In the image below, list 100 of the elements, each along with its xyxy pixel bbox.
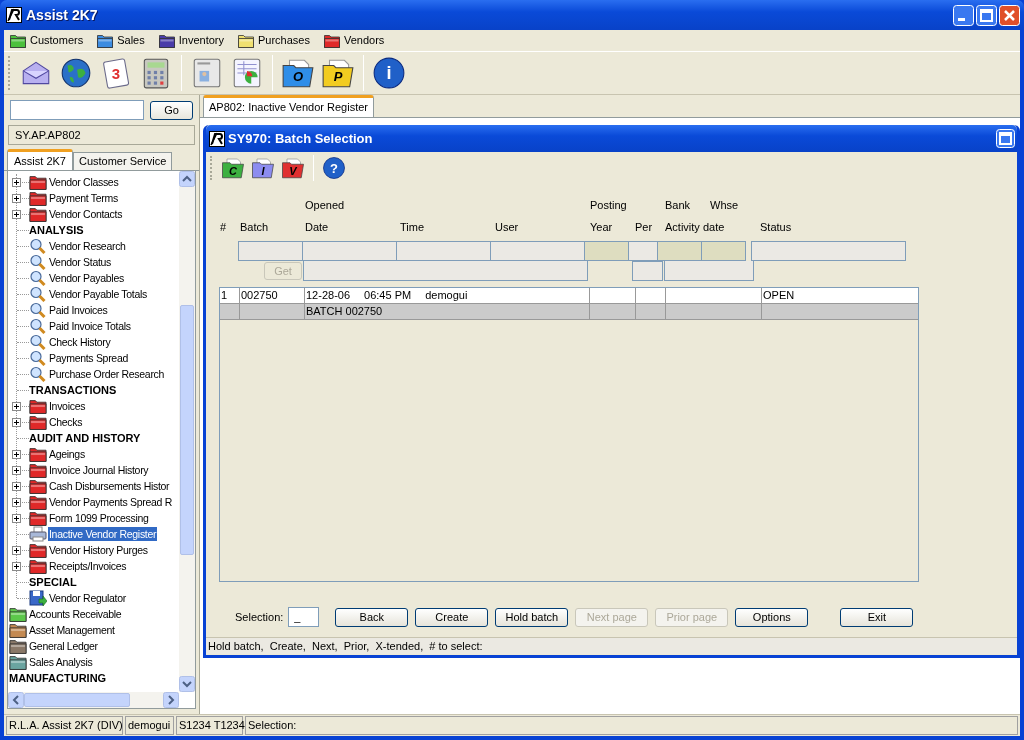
tree-item[interactable]: Vendor Classes	[48, 175, 120, 189]
input-field[interactable]	[490, 241, 585, 261]
button[interactable]: Exit	[840, 607, 914, 627]
button[interactable]: Back	[335, 607, 409, 627]
tree-section-label: TRANSACTIONS	[29, 382, 117, 398]
table-cell-text: demogui	[425, 288, 468, 304]
expand-icon[interactable]	[12, 466, 21, 475]
expand-icon[interactable]	[12, 498, 21, 507]
input-field[interactable]	[701, 241, 746, 261]
input-field[interactable]	[628, 241, 658, 261]
magnifier-icon	[29, 238, 47, 254]
input-field[interactable]	[751, 241, 906, 261]
tree-item[interactable]: Vendor Payable Totals	[48, 287, 148, 301]
input-field[interactable]	[664, 261, 754, 281]
tree-item[interactable]: Vendor Research	[48, 239, 127, 253]
tree-item[interactable]: Vendor Status	[48, 255, 113, 269]
menu-item[interactable]: Inventory	[158, 33, 224, 48]
tree-item[interactable]: Vendor Regulator	[48, 591, 127, 605]
expand-icon[interactable]	[12, 562, 21, 571]
tree-item[interactable]: Vendor Payments Spread R	[48, 495, 173, 509]
button[interactable]: Hold batch	[495, 607, 569, 627]
column-header: Status	[759, 219, 792, 235]
expand-icon[interactable]	[12, 450, 21, 459]
expand-icon[interactable]	[12, 418, 21, 427]
button: Next page	[575, 607, 649, 627]
tree-item[interactable]: Asset Management	[28, 623, 116, 637]
tree-item[interactable]: Vendor Contacts	[48, 207, 124, 221]
menu-item[interactable]: Sales	[97, 33, 145, 48]
folder-icon	[29, 414, 47, 430]
selection-field[interactable]: _	[288, 607, 320, 627]
help-icon[interactable]: ?	[322, 156, 346, 180]
horizontal-scrollbar[interactable]	[8, 692, 179, 708]
tree-item[interactable]: Cash Disbursements Histor	[48, 479, 171, 493]
input-field[interactable]	[302, 241, 397, 261]
expand-icon[interactable]	[12, 402, 21, 411]
scroll-up-icon[interactable]	[179, 171, 195, 187]
table-cell-text: 06:45 PM	[364, 288, 412, 304]
tree-item[interactable]: Checks	[48, 415, 84, 429]
tree-item[interactable]: General Ledger	[28, 639, 99, 653]
expand-icon[interactable]	[12, 210, 21, 219]
magnifier-icon	[29, 286, 47, 302]
tree-item[interactable]: Payment Terms	[48, 191, 119, 205]
tree-item[interactable]: Invoices	[48, 399, 87, 413]
expand-icon[interactable]	[12, 482, 21, 491]
button[interactable]: Options	[735, 607, 809, 627]
tree-item[interactable]: Sales Analysis	[28, 655, 94, 669]
input-field[interactable]	[303, 261, 588, 281]
tree-item[interactable]: Form 1099 Processing	[48, 511, 150, 525]
input-field[interactable]	[632, 261, 663, 281]
folder-icon	[29, 494, 47, 510]
go-button[interactable]: Go	[150, 100, 193, 120]
tree-item[interactable]: Vendor History Purges	[48, 543, 149, 557]
tree-item[interactable]: Paid Invoice Totals	[48, 319, 132, 333]
tree-item[interactable]: Purchase Order Research	[48, 367, 166, 381]
input-field[interactable]	[396, 241, 491, 261]
input-field[interactable]	[584, 241, 629, 261]
scroll-down-icon[interactable]	[179, 676, 195, 692]
column-header: Posting	[589, 197, 627, 213]
folder-icon	[29, 462, 47, 478]
button[interactable]: Create	[415, 607, 489, 627]
scrollbar-thumb[interactable]	[180, 305, 194, 555]
column-header: Whse	[709, 197, 739, 213]
expand-icon[interactable]	[12, 514, 21, 523]
tab[interactable]: Assist 2K7	[7, 149, 73, 170]
menu-item[interactable]: Customers	[10, 33, 84, 48]
folder-icon	[29, 510, 47, 526]
tab[interactable]: Customer Service	[72, 152, 173, 170]
search-field[interactable]	[10, 100, 144, 120]
minimize-button[interactable]	[953, 4, 974, 26]
tree-item[interactable]: Accounts Receivable	[28, 607, 123, 621]
table-cell-text: 1	[221, 288, 228, 304]
scroll-left-icon[interactable]	[8, 692, 24, 708]
expand-icon[interactable]	[12, 546, 21, 555]
column-header: Activity date	[664, 219, 725, 235]
tree-item[interactable]: Receipts/Invoices	[48, 559, 128, 573]
scrollbar-thumb[interactable]	[24, 693, 130, 707]
scroll-right-icon[interactable]	[163, 692, 179, 708]
info-icon[interactable]: i	[372, 56, 406, 90]
expand-icon[interactable]	[12, 194, 21, 203]
vertical-scrollbar[interactable]	[179, 171, 195, 692]
tree-item[interactable]: Inactive Vendor Register	[48, 527, 158, 541]
tab[interactable]: AP802: Inactive Vendor Register	[203, 95, 374, 117]
input-field[interactable]	[238, 241, 303, 261]
tree-item[interactable]: Vendor Payables	[48, 271, 125, 285]
expand-icon[interactable]	[12, 178, 21, 187]
menu-item[interactable]: Vendors	[323, 33, 385, 48]
close-button[interactable]	[999, 4, 1020, 26]
tree-item[interactable]: Check History	[48, 335, 112, 349]
magnifier-icon	[29, 302, 47, 318]
maximize-button[interactable]	[996, 129, 1015, 148]
column-header: User	[494, 219, 519, 235]
menu-item[interactable]: Purchases	[237, 33, 310, 48]
status-bar-cell: R.L.A. Assist 2K7 (DIV)	[6, 716, 123, 735]
tree-item[interactable]: Payments Spread	[48, 351, 129, 365]
tree-item[interactable]: Invoice Journal History	[48, 463, 150, 477]
tree-item[interactable]: Paid Invoices	[48, 303, 109, 317]
maximize-button[interactable]	[976, 4, 997, 26]
globe-icon[interactable]	[59, 56, 93, 90]
tree-item[interactable]: Ageings	[48, 447, 86, 461]
input-field[interactable]	[657, 241, 702, 261]
